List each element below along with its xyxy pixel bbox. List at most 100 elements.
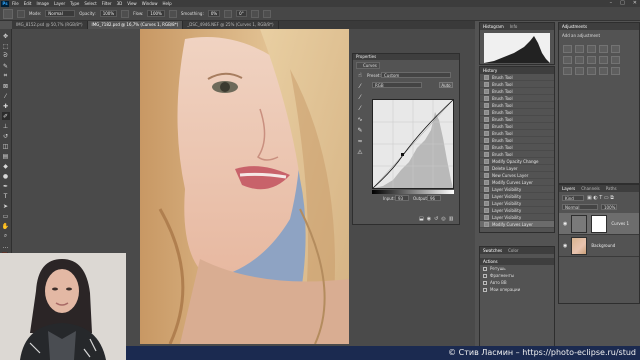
- channel-select[interactable]: RGB: [372, 82, 422, 88]
- color-balance-icon[interactable]: [575, 56, 584, 64]
- history-item[interactable]: Brush Tool: [480, 95, 554, 102]
- layer-opacity-field[interactable]: 100%: [601, 204, 617, 210]
- preset-select[interactable]: Custom: [381, 72, 451, 78]
- action-item[interactable]: Авто BB: [480, 279, 554, 286]
- history-item[interactable]: Modify Curves Layer: [480, 179, 554, 186]
- move-tool-icon[interactable]: ✥: [2, 32, 10, 40]
- hand-tool-icon[interactable]: ✋: [2, 222, 10, 230]
- tab-color[interactable]: Color: [508, 248, 518, 253]
- smooth-curve-icon[interactable]: ≈: [357, 138, 362, 145]
- bw-icon[interactable]: [587, 56, 596, 64]
- history-item[interactable]: Layer Visibility: [480, 200, 554, 207]
- menu-select[interactable]: Select: [84, 1, 96, 6]
- posterize-icon[interactable]: [575, 67, 584, 75]
- exposure-icon[interactable]: [599, 45, 608, 53]
- menu-type[interactable]: Type: [70, 1, 79, 6]
- doc-tab-2[interactable]: IMG_7182.psd @ 16,7% (Curves 1, RGB/8*): [87, 21, 184, 29]
- threshold-icon[interactable]: [587, 67, 596, 75]
- history-item[interactable]: Layer Visibility: [480, 193, 554, 200]
- history-item[interactable]: Brush Tool: [480, 116, 554, 123]
- tab-adjustments[interactable]: Adjustments: [562, 24, 587, 29]
- shape-tool-icon[interactable]: ▭: [2, 212, 10, 220]
- mode-select[interactable]: Normal: [45, 10, 76, 17]
- layer-mask-thumb[interactable]: [591, 214, 608, 233]
- gradient-tool-icon[interactable]: ▤: [2, 152, 10, 160]
- path-select-tool-icon[interactable]: ➤: [2, 202, 10, 210]
- tab-actions[interactable]: Actions: [483, 259, 498, 264]
- menu-file[interactable]: File: [12, 1, 19, 6]
- smoothing-options-icon[interactable]: [224, 9, 233, 18]
- flow-field[interactable]: 100%: [147, 10, 165, 17]
- layer-name[interactable]: Background: [591, 243, 615, 248]
- layer-name[interactable]: Curves 1: [611, 221, 629, 226]
- hue-sat-icon[interactable]: [563, 56, 572, 64]
- document-photo[interactable]: [140, 29, 349, 344]
- history-item[interactable]: New Curves Layer: [480, 172, 554, 179]
- layer-row[interactable]: ◉ Background: [559, 235, 639, 257]
- crop-tool-icon[interactable]: ⌗: [2, 72, 10, 80]
- history-item[interactable]: Layer Visibility: [480, 186, 554, 193]
- tab-history[interactable]: History: [483, 68, 497, 73]
- more-tools-icon[interactable]: …: [2, 242, 10, 250]
- history-item[interactable]: Brush Tool: [480, 88, 554, 95]
- reset-icon[interactable]: ↺: [434, 216, 438, 222]
- blur-tool-icon[interactable]: ◆: [2, 162, 10, 170]
- input-field[interactable]: 93: [395, 195, 409, 201]
- lasso-tool-icon[interactable]: ᘐ: [2, 52, 10, 60]
- symmetry-icon[interactable]: [262, 9, 271, 18]
- close-icon[interactable]: ✕: [633, 0, 637, 6]
- brush-settings-icon[interactable]: [17, 9, 25, 18]
- draw-curve-icon[interactable]: ✎: [357, 127, 362, 134]
- eye-icon[interactable]: ◉: [563, 243, 567, 249]
- menu-window[interactable]: Window: [142, 1, 158, 6]
- menu-view[interactable]: View: [127, 1, 137, 6]
- action-checkbox[interactable]: [483, 266, 487, 271]
- layer-row[interactable]: ◉ Curves 1: [559, 213, 639, 235]
- black-point-eyedropper-icon[interactable]: ⁄: [359, 83, 360, 90]
- minimize-icon[interactable]: –: [610, 0, 613, 6]
- action-checkbox[interactable]: [483, 287, 487, 292]
- menu-edit[interactable]: Edit: [24, 1, 32, 6]
- clip-layer-icon[interactable]: ⬓: [419, 216, 424, 222]
- frame-tool-icon[interactable]: ⊠: [2, 82, 10, 90]
- pressure-opacity-icon[interactable]: [121, 9, 130, 18]
- quick-select-tool-icon[interactable]: ✎: [2, 62, 10, 70]
- eraser-tool-icon[interactable]: ◫: [2, 142, 10, 150]
- pressure-size-icon[interactable]: [250, 9, 259, 18]
- brush-tool-icon[interactable]: ✐: [1, 112, 10, 120]
- action-item[interactable]: Мои операции: [480, 286, 554, 293]
- action-checkbox[interactable]: [483, 280, 487, 285]
- curves-icon[interactable]: [587, 45, 596, 53]
- layer-filter-select[interactable]: Kind: [562, 195, 584, 201]
- menu-3d[interactable]: 3D: [117, 1, 123, 6]
- gray-point-eyedropper-icon[interactable]: ⁄: [359, 94, 360, 101]
- tab-swatches[interactable]: Swatches: [483, 248, 502, 253]
- smoothing-field[interactable]: 0%: [207, 10, 221, 17]
- history-item[interactable]: Brush Tool: [480, 109, 554, 116]
- history-item[interactable]: Brush Tool: [480, 74, 554, 81]
- menu-image[interactable]: Image: [36, 1, 49, 6]
- blend-mode-select[interactable]: Normal: [562, 204, 598, 210]
- history-item[interactable]: Brush Tool: [480, 102, 554, 109]
- menu-help[interactable]: Help: [162, 1, 171, 6]
- history-item[interactable]: Brush Tool: [480, 123, 554, 130]
- history-item[interactable]: Modify Curves Layer: [480, 221, 554, 228]
- history-item[interactable]: Brush Tool: [480, 144, 554, 151]
- edit-points-icon[interactable]: ∿: [357, 116, 362, 123]
- type-tool-icon[interactable]: T: [2, 192, 10, 200]
- menu-layer[interactable]: Layer: [54, 1, 65, 6]
- channel-mixer-icon[interactable]: [611, 56, 620, 64]
- maximize-icon[interactable]: □: [620, 0, 625, 6]
- history-item[interactable]: Modify Opacity Change: [480, 158, 554, 165]
- invert-icon[interactable]: [563, 67, 572, 75]
- eye-icon[interactable]: ◉: [563, 221, 567, 227]
- action-checkbox[interactable]: [483, 273, 487, 278]
- tab-layers[interactable]: Layers: [562, 186, 575, 191]
- tab-paths[interactable]: Paths: [606, 186, 617, 191]
- history-item[interactable]: Layer Visibility: [480, 207, 554, 214]
- tab-info[interactable]: Info: [510, 24, 518, 29]
- tab-histogram[interactable]: Histogram: [483, 24, 504, 29]
- marquee-tool-icon[interactable]: ⬚: [2, 42, 10, 50]
- history-item[interactable]: Delete Layer: [480, 165, 554, 172]
- doc-tab-1[interactable]: IMG_8152.psd @ 50,7% (RGB/8*): [12, 21, 88, 29]
